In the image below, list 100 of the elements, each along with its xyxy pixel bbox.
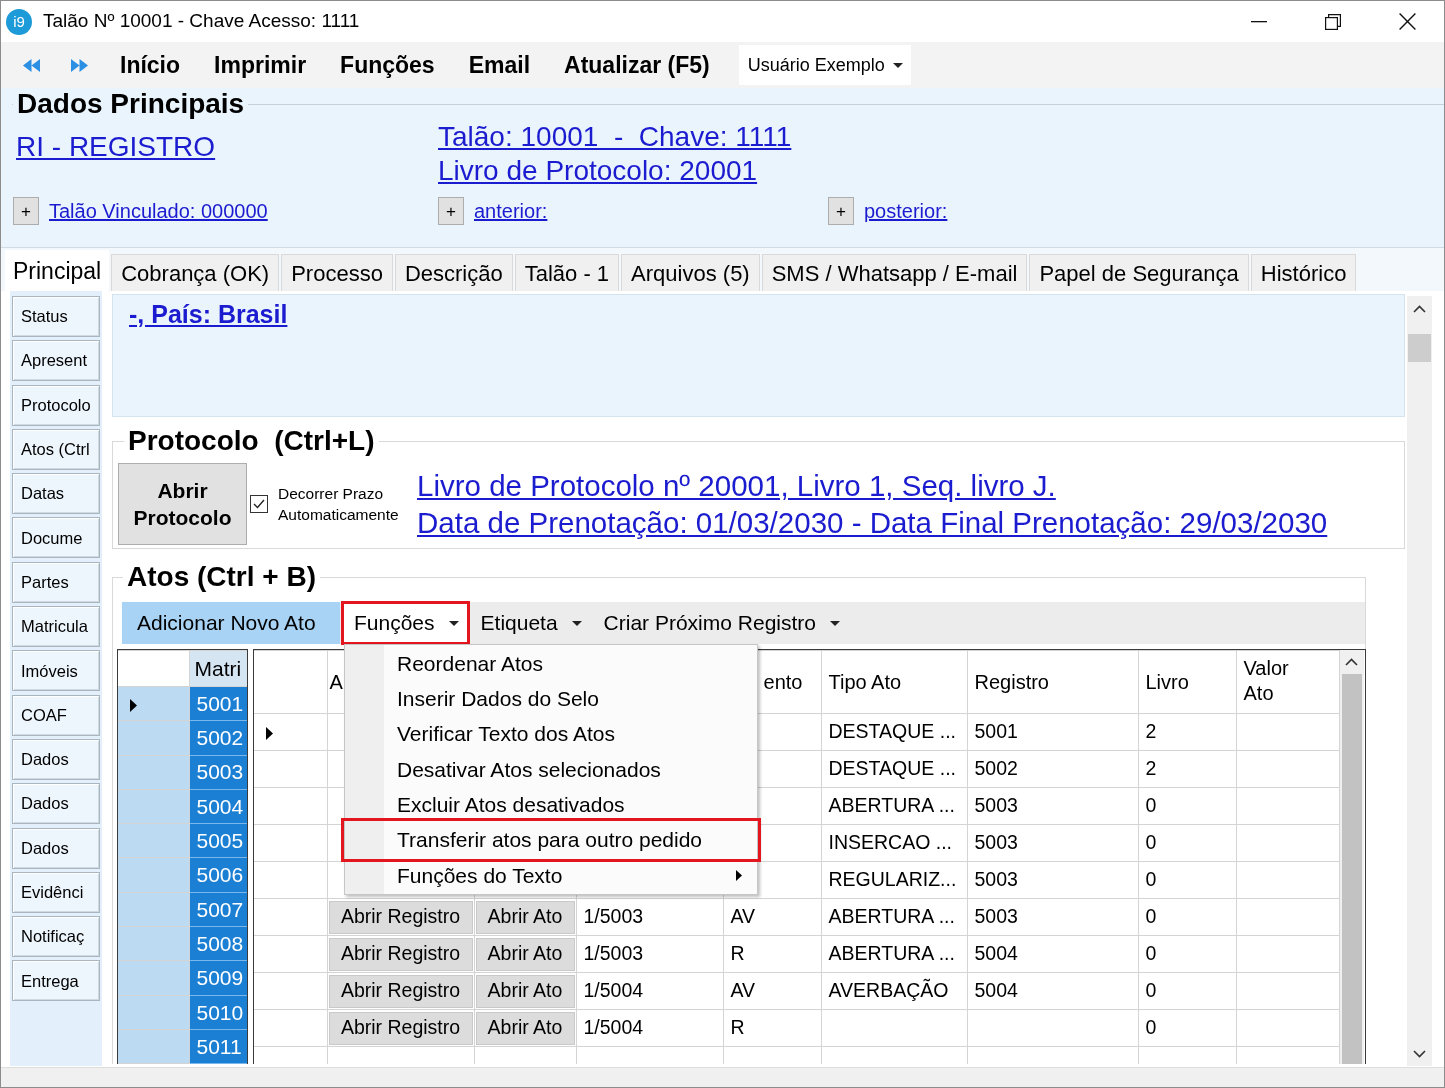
caret-icon[interactable] <box>892 62 903 68</box>
address-link[interactable]: -, País: Brasil <box>129 300 288 328</box>
table-cell[interactable]: 5007 <box>189 892 247 927</box>
column-header[interactable]: Registro <box>974 671 1049 693</box>
cell-button[interactable]: Abrir Ato <box>475 1011 575 1045</box>
menu-item[interactable]: Verificar Texto dos Atos <box>345 716 757 752</box>
menu-item[interactable]: Excluir Atos desativados <box>345 787 757 823</box>
dropdown-button[interactable]: Etiqueta <box>470 604 590 642</box>
row-header[interactable] <box>118 720 189 756</box>
dropdown-button[interactable]: Criar Próximo Registro <box>593 604 848 642</box>
row-header[interactable] <box>254 1009 327 1047</box>
cell-button[interactable]: Abrir Registro <box>328 900 473 934</box>
related-link[interactable]: posterior: <box>864 196 948 226</box>
row-header[interactable] <box>118 960 189 996</box>
menu-item[interactable]: Inserir Dados do Selo <box>345 681 757 717</box>
row-header[interactable] <box>254 750 327 788</box>
sidebar-button[interactable]: Docume <box>12 517 100 559</box>
row-header[interactable] <box>254 935 327 973</box>
row-header[interactable] <box>254 972 327 1010</box>
protocol-book-link[interactable]: Livro de Protocolo: 20001 <box>438 154 758 188</box>
scrollbar-thumb[interactable] <box>1408 334 1431 362</box>
caret-icon[interactable] <box>448 620 459 626</box>
table-cell[interactable]: 5006 <box>189 858 247 893</box>
cell-button[interactable]: Abrir Registro <box>328 974 473 1008</box>
sidebar-button[interactable]: Protocolo <box>12 384 100 426</box>
tab[interactable]: Papel de Segurança <box>1029 254 1249 291</box>
sidebar-button[interactable]: Apresent <box>12 340 100 382</box>
row-header[interactable] <box>254 824 327 862</box>
sidebar-button[interactable]: Partes <box>12 561 100 603</box>
chevron-up-icon[interactable] <box>1345 658 1358 666</box>
chevron-up-icon[interactable] <box>1413 304 1426 313</box>
menu-item[interactable]: Funções <box>323 47 452 83</box>
menu-item[interactable]: Desativar Atos selecionados <box>345 751 757 788</box>
tab[interactable]: Descrição <box>394 254 513 291</box>
table-cell[interactable]: 5001 <box>189 686 247 721</box>
close-icon[interactable] <box>1398 13 1416 30</box>
row-header[interactable] <box>118 926 189 961</box>
column-header[interactable]: Tipo Ato <box>828 671 902 693</box>
cell-button[interactable]: Abrir Ato <box>475 937 575 971</box>
table-cell[interactable]: 5002 <box>189 720 247 756</box>
cell-button[interactable]: Abrir Ato <box>475 900 575 934</box>
row-header[interactable] <box>118 892 189 927</box>
dropdown-button[interactable]: Funções <box>344 604 467 642</box>
sidebar-button[interactable]: Status <box>12 296 100 337</box>
row-header[interactable] <box>118 686 189 721</box>
menu-item[interactable]: Atualizar (F5) <box>547 47 727 83</box>
row-header[interactable] <box>254 713 327 751</box>
row-header[interactable] <box>118 755 189 790</box>
cell-button[interactable]: Abrir Registro <box>328 1011 473 1045</box>
add-button[interactable]: + <box>13 197 39 225</box>
add-button[interactable]: + <box>828 197 854 225</box>
restore-icon[interactable] <box>1325 13 1341 30</box>
row-header[interactable] <box>254 898 327 936</box>
tab[interactable]: Processo <box>281 254 393 291</box>
column-header[interactable]: A <box>329 671 343 693</box>
service-link[interactable]: RI - REGISTRO <box>16 130 216 164</box>
menu-item[interactable]: Imprimir <box>197 47 324 83</box>
sidebar-button[interactable]: Notificaç <box>12 916 100 958</box>
tab[interactable]: SMS / Whatsapp / E-mail <box>761 254 1028 291</box>
checkbox[interactable] <box>250 495 268 513</box>
menu-item[interactable]: Reordenar Atos <box>345 646 757 682</box>
row-header[interactable] <box>118 995 189 1030</box>
related-link[interactable]: anterior: <box>474 196 548 226</box>
table-cell[interactable]: 5010 <box>189 995 247 1030</box>
tab[interactable]: Cobrança (OK) <box>111 254 280 291</box>
table-cell[interactable]: 5005 <box>189 823 247 858</box>
rewind-icon[interactable] <box>22 58 40 72</box>
tab[interactable]: Talão - 1 <box>514 254 620 291</box>
sidebar-button[interactable]: Dados <box>12 783 100 825</box>
scrollbar-thumb[interactable] <box>1341 674 1362 1064</box>
toolbar-button[interactable]: Adicionar Novo Ato <box>122 602 340 644</box>
protocol-link[interactable]: Livro de Protocolo nº 20001, Livro 1, Seq. livro J. <box>417 467 1056 504</box>
table-cell[interactable]: 5011 <box>189 1029 247 1064</box>
caret-icon[interactable] <box>571 620 582 626</box>
sidebar-button[interactable]: Datas <box>12 473 100 515</box>
protocol-link[interactable]: Data de Prenotação: 01/03/2030 - Data Final Prenotação: 29/03/2030 <box>417 504 1328 541</box>
row-header[interactable] <box>118 1029 189 1064</box>
fast-forward-icon[interactable] <box>70 58 88 72</box>
row-header[interactable] <box>118 858 189 893</box>
sidebar-button[interactable]: Atos (Ctrl <box>12 428 100 470</box>
column-header[interactable]: ento <box>763 671 803 693</box>
add-button[interactable]: + <box>438 197 464 225</box>
sidebar-button[interactable]: Dados <box>12 827 100 869</box>
menu-item[interactable]: Início <box>103 47 198 83</box>
chevron-down-icon[interactable] <box>1413 1049 1426 1058</box>
cell-button[interactable]: Abrir Ato <box>475 974 575 1008</box>
sidebar-button[interactable]: Dados <box>12 738 100 780</box>
table-cell[interactable]: 5004 <box>189 789 247 824</box>
table-cell[interactable]: 5009 <box>189 960 247 996</box>
tab[interactable]: Principal <box>5 250 110 291</box>
row-header[interactable] <box>254 861 327 899</box>
sidebar-button[interactable]: Entrega <box>12 960 100 1002</box>
menu-item[interactable]: Email <box>451 47 548 83</box>
minimize-icon[interactable] <box>1251 20 1267 23</box>
sidebar-button[interactable]: COAF <box>12 694 100 736</box>
table-cell[interactable]: 5003 <box>189 755 247 790</box>
user-dropdown[interactable]: Usuário Exemplo <box>738 45 911 85</box>
row-header[interactable] <box>254 787 327 825</box>
tab[interactable]: Histórico <box>1250 254 1357 291</box>
menu-item[interactable]: Funções do Texto <box>345 857 757 894</box>
